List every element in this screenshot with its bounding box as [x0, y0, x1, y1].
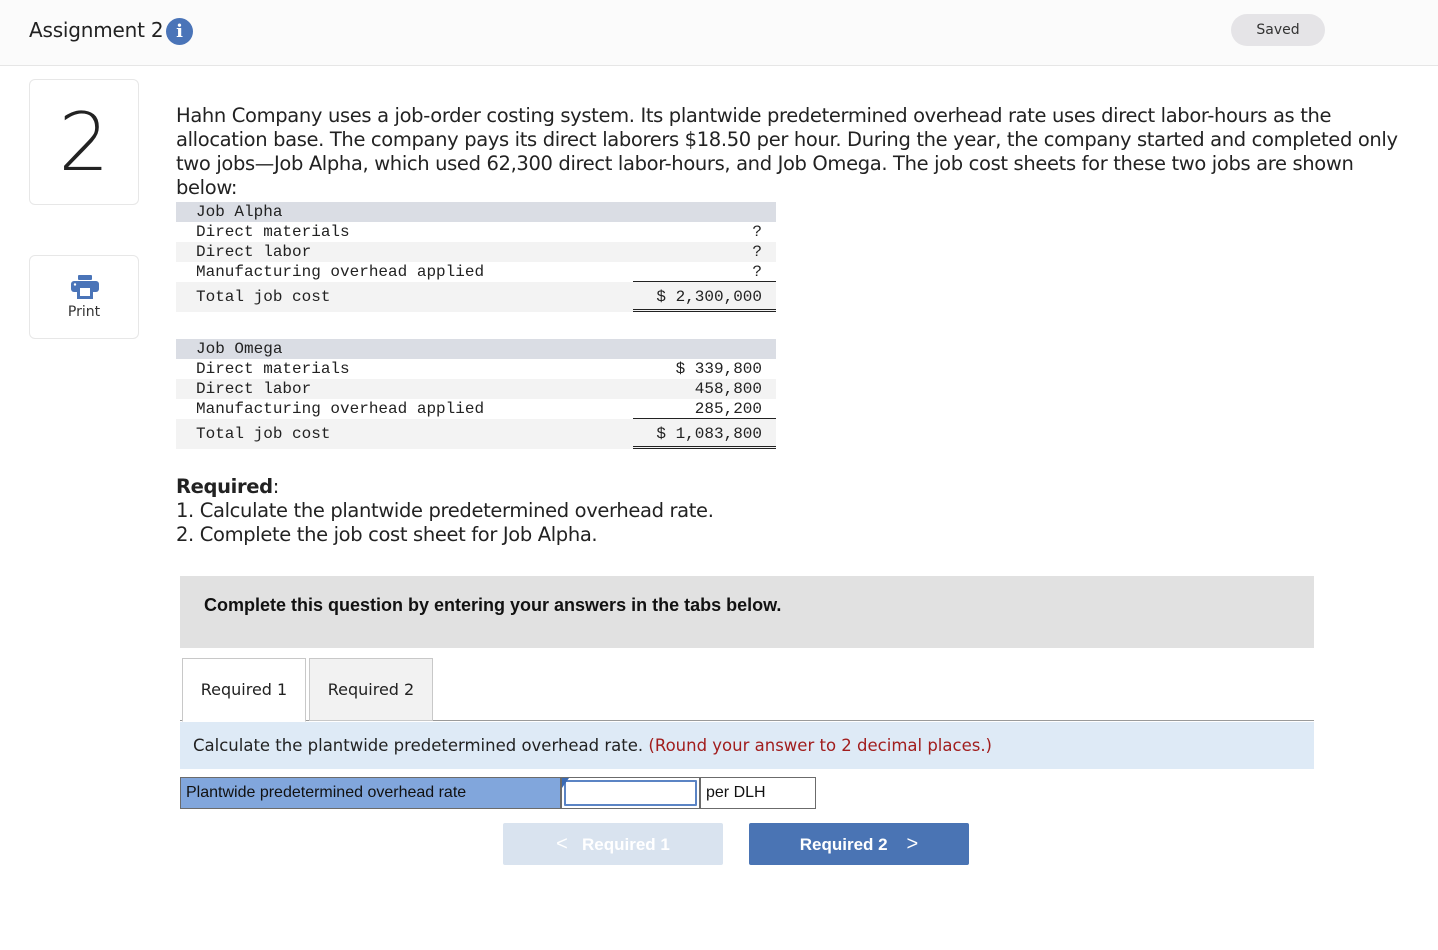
assignment-title: Assignment 2	[29, 18, 164, 42]
total-row: Total job cost $ 2,300,000	[176, 282, 776, 312]
job-alpha-cost-sheet: Job Alpha Direct materials ? Direct labo…	[176, 202, 776, 312]
answer-field-label: Plantwide predetermined overhead rate	[180, 777, 561, 809]
row-label: Direct labor	[196, 380, 312, 398]
printer-icon	[71, 275, 99, 299]
required-section: Required: 1. Calculate the plantwide pre…	[176, 475, 714, 546]
total-label: Total job cost	[196, 425, 331, 443]
table-row: Direct labor 458,800	[176, 379, 776, 399]
print-button[interactable]: Print	[29, 255, 139, 339]
top-bar: Assignment 2 i Saved	[0, 0, 1438, 66]
table-row: Direct labor ?	[176, 242, 776, 262]
table-header-row: Job Omega	[176, 339, 776, 359]
tab-required-1[interactable]: Required 1	[182, 658, 306, 722]
table-row: Manufacturing overhead applied ?	[176, 262, 776, 282]
chevron-right-icon: >	[906, 833, 919, 855]
row-value: $ 339,800	[675, 360, 762, 378]
prev-required-button[interactable]: < Required 1	[503, 823, 723, 865]
table-row: Direct materials ?	[176, 222, 776, 242]
total-label: Total job cost	[196, 288, 331, 306]
row-value: 285,200	[694, 400, 762, 418]
row-label: Direct materials	[196, 223, 350, 241]
total-value: $ 1,083,800	[656, 425, 762, 443]
question-number: 2	[58, 96, 110, 189]
overhead-rate-input[interactable]	[564, 780, 697, 806]
row-value: 458,800	[694, 380, 762, 398]
row-value: ?	[752, 263, 762, 281]
table-row: Direct materials $ 339,800	[176, 359, 776, 379]
question-intro: Hahn Company uses a job-order costing sy…	[176, 104, 1398, 199]
row-label: Manufacturing overhead applied	[196, 400, 485, 418]
banner-text: Complete this question by entering your …	[204, 595, 782, 615]
answer-unit: per DLH	[700, 777, 816, 809]
answer-tabs: Required 1 Required 2	[180, 658, 1314, 722]
row-value: ?	[752, 243, 762, 261]
question-number-card: 2	[29, 79, 139, 205]
job-title: Job Omega	[196, 340, 283, 358]
answer-input-cell	[561, 777, 700, 809]
row-label: Direct materials	[196, 360, 350, 378]
total-value: $ 2,300,000	[656, 288, 762, 306]
rounding-hint: (Round your answer to 2 decimal places.)	[648, 736, 992, 755]
next-required-button[interactable]: Required 2 >	[749, 823, 969, 865]
tab-required-2[interactable]: Required 2	[309, 658, 433, 721]
prev-button-label: Required 1	[582, 835, 670, 854]
next-button-label: Required 2	[799, 835, 888, 854]
total-row: Total job cost $ 1,083,800	[176, 419, 776, 449]
job-title: Job Alpha	[196, 203, 283, 221]
print-label: Print	[67, 304, 101, 320]
row-value: ?	[752, 223, 762, 241]
tab-instruction: Calculate the plantwide predetermined ov…	[180, 722, 1314, 769]
chevron-left-icon: <	[556, 833, 568, 855]
info-icon[interactable]: i	[166, 18, 193, 45]
required-item: 2. Complete the job cost sheet for Job A…	[176, 523, 598, 546]
table-header-row: Job Alpha	[176, 202, 776, 222]
input-flag-icon	[562, 778, 569, 788]
instruction-text: Calculate the plantwide predetermined ov…	[193, 736, 644, 755]
table-row: Manufacturing overhead applied 285,200	[176, 399, 776, 419]
required-heading: Required	[176, 475, 273, 498]
saved-status-badge: Saved	[1231, 14, 1325, 46]
row-label: Direct labor	[196, 243, 312, 261]
job-omega-cost-sheet: Job Omega Direct materials $ 339,800 Dir…	[176, 339, 776, 449]
required-item: 1. Calculate the plantwide predetermined…	[176, 499, 714, 522]
row-label: Manufacturing overhead applied	[196, 263, 485, 281]
instructions-banner: Complete this question by entering your …	[180, 576, 1314, 648]
